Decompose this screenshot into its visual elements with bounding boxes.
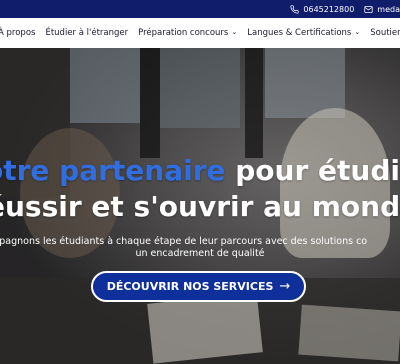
background-paper (298, 304, 400, 362)
nav-item-label: Étudier à l'étranger (45, 28, 129, 38)
nav-item-label: Préparation concours (138, 28, 229, 38)
email-address: meda (377, 4, 400, 14)
cta-label: DÉCOUVRIR NOS SERVICES (106, 280, 274, 293)
nav-item-label: À propos (0, 28, 36, 38)
top-contact-bar: 0645212800 meda (0, 0, 400, 18)
background-window-frame (140, 48, 160, 158)
chevron-down-icon: ⌄ (231, 28, 238, 36)
background-window (160, 48, 240, 128)
phone-contact[interactable]: 0645212800 (290, 5, 354, 14)
hero-headline-line1: otre partenaire pour étudie (0, 154, 400, 188)
nav-item-preparation-concours[interactable]: Préparation concours ⌄ (133, 28, 242, 38)
main-navigation: À propos Étudier à l'étranger Préparatio… (0, 18, 400, 48)
hero-headline-line2: éussir et s'ouvrir au monde (0, 190, 400, 223)
envelope-icon (364, 5, 373, 13)
phone-icon (290, 4, 300, 14)
nav-item-soutien-scolaire[interactable]: Soutien Sco (365, 28, 400, 38)
nav-item-etudier-etranger[interactable]: Étudier à l'étranger (40, 28, 133, 38)
nav-item-langues-certifications[interactable]: Langues & Certifications ⌄ (242, 28, 365, 38)
nav-item-label: Soutien Sco (370, 28, 400, 38)
discover-services-button[interactable]: DÉCOUVRIR NOS SERVICES → (91, 271, 306, 302)
hero-subtitle-line2: un encadrement de qualité (135, 248, 265, 259)
background-window-frame (245, 48, 263, 158)
phone-number: 0645212800 (303, 4, 355, 14)
background-window (70, 48, 140, 123)
headline-accent-text: otre partenaire (0, 154, 226, 187)
arrow-right-icon: → (279, 279, 291, 294)
email-contact[interactable]: meda (364, 5, 400, 14)
chevron-down-icon: ⌄ (354, 28, 361, 36)
nav-item-a-propos[interactable]: À propos (0, 28, 40, 38)
hero-section: otre partenaire pour étudie éussir et s'… (0, 48, 400, 364)
background-paper (147, 292, 263, 364)
nav-item-label: Langues & Certifications (247, 28, 352, 38)
headline-text: pour étudie (225, 154, 400, 187)
hero-subtitle-line1: mpagnons les étudiants à chaque étape de… (0, 236, 368, 247)
